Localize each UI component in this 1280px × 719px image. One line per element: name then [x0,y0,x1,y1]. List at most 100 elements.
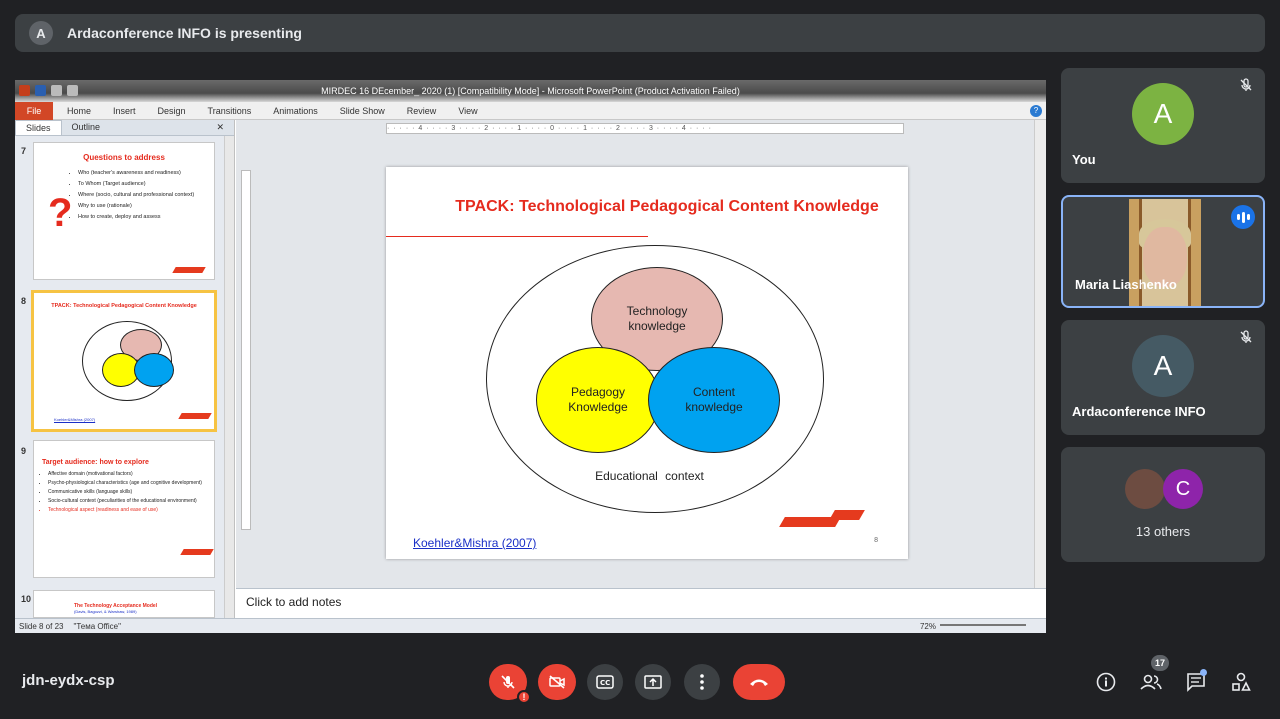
avatar-photo [1125,469,1165,509]
camera-off-icon [549,675,565,689]
meeting-code: jdn-eydx-csp [22,672,115,689]
title-underline [386,236,648,237]
slide-page-number: 8 [874,537,878,544]
slides-pane: Slides Outline ✕ 7 Questions to address … [15,120,235,618]
slide-logo-mark [180,549,214,555]
pane-tabs: Slides Outline ✕ [15,120,234,136]
editor-scrollbar[interactable] [1034,120,1046,589]
powerpoint-logo-icon [19,85,30,96]
save-icon[interactable] [35,85,46,96]
thumb-number: 9 [21,446,27,456]
presenter-avatar: A [29,21,53,45]
tab-home[interactable]: Home [67,106,91,116]
presenting-banner: A Ardaconference INFO is presenting [15,14,1265,52]
question-mark-icon: ? [48,191,73,235]
avatar: A [1132,335,1194,397]
tab-slide-show[interactable]: Slide Show [340,106,385,116]
thumb-con-circle [134,353,174,387]
list-item: Psycho-physiological characteristics (ag… [48,479,206,488]
tab-insert[interactable]: Insert [113,106,136,116]
circle-label: Content knowledge [685,385,743,414]
slide-logo-mark [172,267,206,273]
redo-icon[interactable] [67,85,78,96]
slide-title: TPACK: Technological Pedagogical Content… [455,198,879,215]
help-icon[interactable]: ? [1030,105,1042,117]
list-item: How to create, deploy and assess [78,212,206,223]
reference-link[interactable]: Koehler&Mishra (2007) [413,536,536,550]
ppt-title-bar: MIRDEC 16 DEcember_ 2020 (1) [Compatibil… [15,80,1046,102]
slide-counter: Slide 8 of 23 [19,621,64,631]
leave-call-button[interactable] [733,664,785,700]
tab-design[interactable]: Design [158,106,186,116]
tab-transitions[interactable]: Transitions [208,106,252,116]
educational-context-label: Educational context [595,469,704,483]
list-item: Who (teacher's awareness and readiness) [78,168,206,179]
meeting-details-button[interactable] [1094,670,1118,694]
more-vert-icon [700,674,704,690]
tab-slides[interactable]: Slides [15,120,62,135]
warning-icon: ! [517,690,531,704]
activities-icon [1232,672,1251,691]
hang-up-icon [750,679,768,686]
avatar: C [1163,469,1203,509]
slide-logo-mark [178,413,212,419]
circle-label: Technology knowledge [626,304,688,333]
captions-button[interactable]: CC [587,664,623,700]
tab-review[interactable]: Review [407,106,437,116]
participant-name: You [1072,152,1096,167]
list-item: Why to use (rationale) [78,201,206,212]
participant-name: Ardaconference INFO [1072,404,1206,419]
list-item: Socio-cultural context (peculiarities of… [48,497,206,506]
mic-off-icon [501,675,515,689]
zoom-slider[interactable] [940,624,1026,626]
thumb-number: 10 [21,594,32,604]
horizontal-ruler: · · · · · 4 · · · · 3 · · · · 2 · · · · … [386,123,904,134]
tab-view[interactable]: View [458,106,477,116]
slide-thumbnail-8[interactable]: TPACK: Technological Pedagogical Content… [31,290,217,432]
status-bar: Slide 8 of 23 "Тема Office" 72% [15,618,1046,633]
more-options-button[interactable] [684,664,720,700]
presenting-text: Ardaconference INFO is presenting [67,25,302,41]
participant-tile-maria[interactable]: Maria Liashenko [1061,195,1265,308]
list-item: To Whom (Target audience) [78,179,206,190]
present-icon [644,675,662,689]
slide-thumbnail-7[interactable]: Questions to address ? Who (teacher's aw… [33,142,215,280]
thumb-number: 8 [21,296,27,306]
ribbon-tabs: File Home Insert Design Transitions Anim… [15,101,1046,120]
chat-unread-dot [1200,669,1207,676]
participant-tile-you[interactable]: A You [1061,68,1265,183]
content-knowledge-circle: Content knowledge [648,347,780,453]
thumb-list: Who (teacher's awareness and readiness) … [78,168,206,223]
tab-outline[interactable]: Outline [62,120,111,135]
thumb-subtitle: (Davis, Bagozzi, & Warshaw, 1989) [74,609,137,614]
circle-label: Pedagogy Knowledge [568,385,628,414]
info-icon [1096,672,1116,692]
participant-tile-ardaconference[interactable]: A Ardaconference INFO [1061,320,1265,435]
quick-access-toolbar [19,85,78,96]
slide-thumbnail-9[interactable]: Target audience: how to explore Affectiv… [33,440,215,578]
present-button[interactable] [635,664,671,700]
list-item: Affective domain (motivational factors) [48,470,206,479]
close-icon[interactable]: ✕ [206,120,234,135]
notes-area[interactable]: Click to add notes [236,588,1046,618]
participant-name: Maria Liashenko [1075,277,1177,292]
zoom-level[interactable]: 72% [920,622,936,631]
list-item: Communicative skills (language skills) [48,488,206,497]
activities-button[interactable] [1229,670,1253,694]
tab-animations[interactable]: Animations [273,106,318,116]
slide-thumbnail-10[interactable]: The Technology Acceptance Model (Davis, … [33,590,215,618]
people-button[interactable] [1139,670,1163,694]
people-count-badge: 17 [1151,655,1169,671]
camera-toggle-button[interactable] [538,664,576,700]
mic-toggle-button[interactable]: ! [489,664,531,704]
thumb-title: TPACK: Technological Pedagogical Content… [51,303,197,309]
participant-tile-others[interactable]: C 13 others [1061,447,1265,562]
shared-screen: MIRDEC 16 DEcember_ 2020 (1) [Compatibil… [15,80,1046,633]
avatar: A [1132,83,1194,145]
current-slide[interactable]: TPACK: Technological Pedagogical Content… [386,167,908,559]
pane-scrollbar[interactable] [224,136,234,618]
tab-file[interactable]: File [15,101,53,120]
undo-icon[interactable] [51,85,62,96]
thumb-reference: Koehler&Mishra (2007) [54,417,96,422]
thumb-title: Target audience: how to explore [42,459,149,466]
